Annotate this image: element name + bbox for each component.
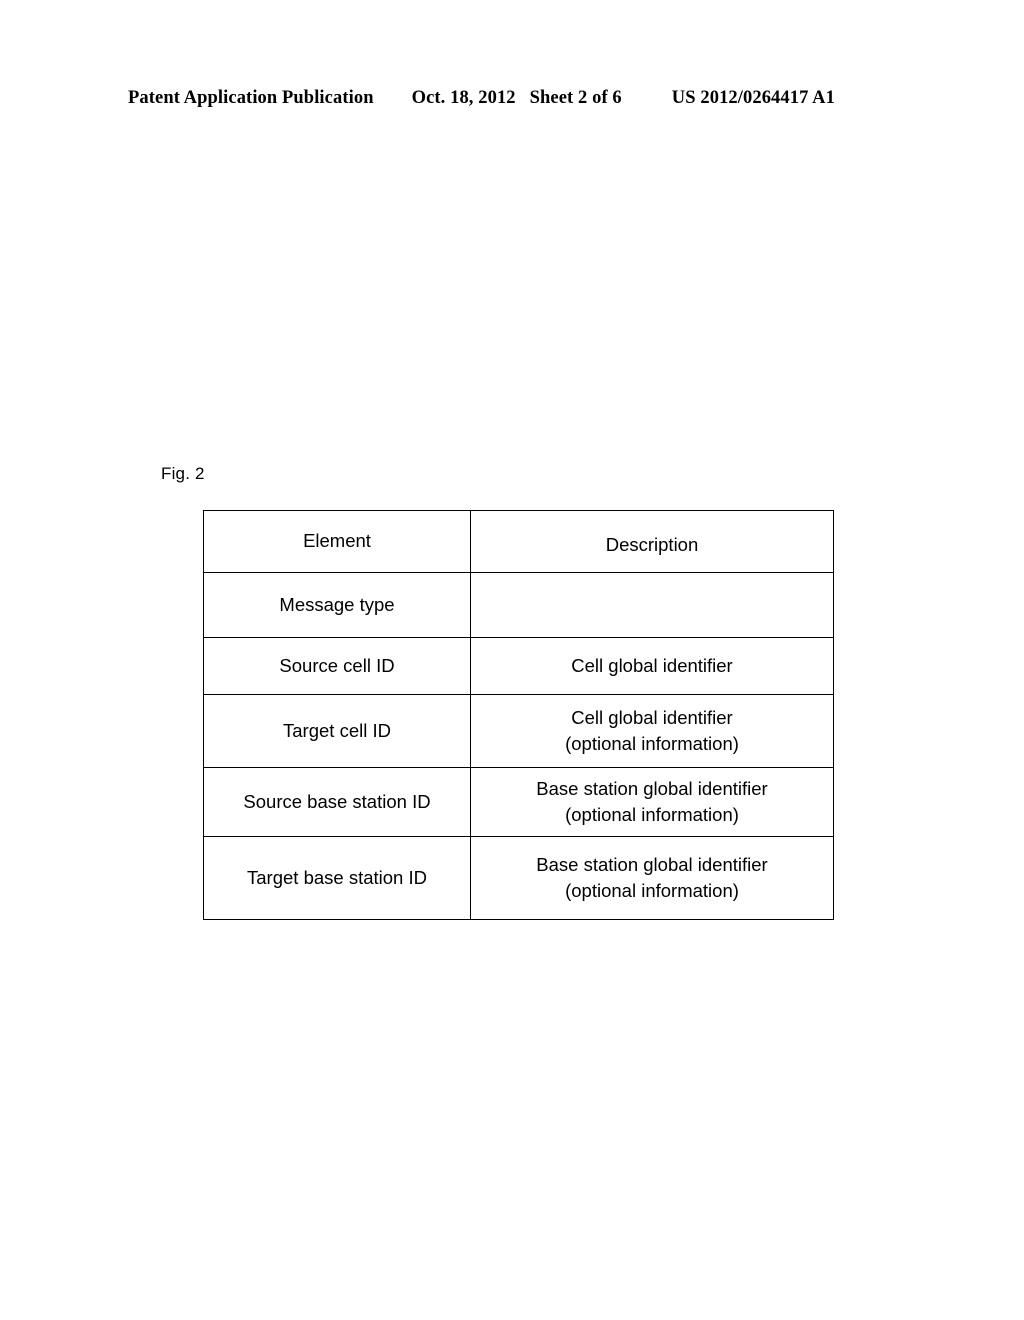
- message-element-table: Element Description Message type Source …: [203, 510, 834, 920]
- publication-title: Patent Application Publication: [128, 88, 374, 108]
- element-name-cell: Source cell ID: [203, 637, 471, 695]
- description-line-1: Cell global identifier: [571, 654, 733, 676]
- description-cell: Base station global identifier (optional…: [470, 767, 834, 837]
- figure-table-container: Element Description Message type Source …: [203, 510, 834, 920]
- element-name-cell: Target base station ID: [203, 836, 471, 920]
- description-cell: Cell global identifier: [470, 637, 834, 695]
- figure-label: Fig. 2: [161, 464, 205, 483]
- description-line-2: (optional information): [565, 733, 739, 754]
- table-header-row: Element Description: [203, 510, 834, 573]
- table-row: Source base station ID Base station glob…: [203, 767, 834, 837]
- table-row: Source cell ID Cell global identifier: [203, 637, 834, 695]
- description-line-1: Base station global identifier: [536, 853, 768, 875]
- column-header-description: Description: [470, 510, 834, 573]
- table-row: Target cell ID Cell global identifier (o…: [203, 694, 834, 768]
- patent-running-header: Patent Application Publication Oct. 18, …: [128, 88, 896, 116]
- table-row: Message type: [203, 572, 834, 638]
- description-cell: Cell global identifier (optional informa…: [470, 694, 834, 768]
- patent-number: US 2012/0264417 A1: [671, 88, 835, 108]
- element-name-cell: Source base station ID: [203, 767, 471, 837]
- element-name-cell: Message type: [203, 572, 471, 638]
- element-name-cell: Target cell ID: [203, 694, 471, 768]
- column-header-element: Element: [203, 510, 471, 573]
- header-middle-group: Oct. 18, 2012 Sheet 2 of 6: [412, 88, 622, 109]
- publication-date: Oct. 18, 2012: [411, 88, 516, 108]
- sheet-number: Sheet 2 of 6: [529, 88, 622, 108]
- description-cell: [470, 572, 834, 638]
- table-row: Target base station ID Base station glob…: [203, 836, 834, 920]
- description-line-1: Base station global identifier: [536, 777, 768, 799]
- description-line-2: (optional information): [565, 804, 739, 825]
- description-line-2: (optional information): [565, 880, 739, 901]
- description-line-1: Cell global identifier: [571, 706, 733, 728]
- description-line-1: [477, 605, 827, 606]
- description-cell: Base station global identifier (optional…: [470, 836, 834, 920]
